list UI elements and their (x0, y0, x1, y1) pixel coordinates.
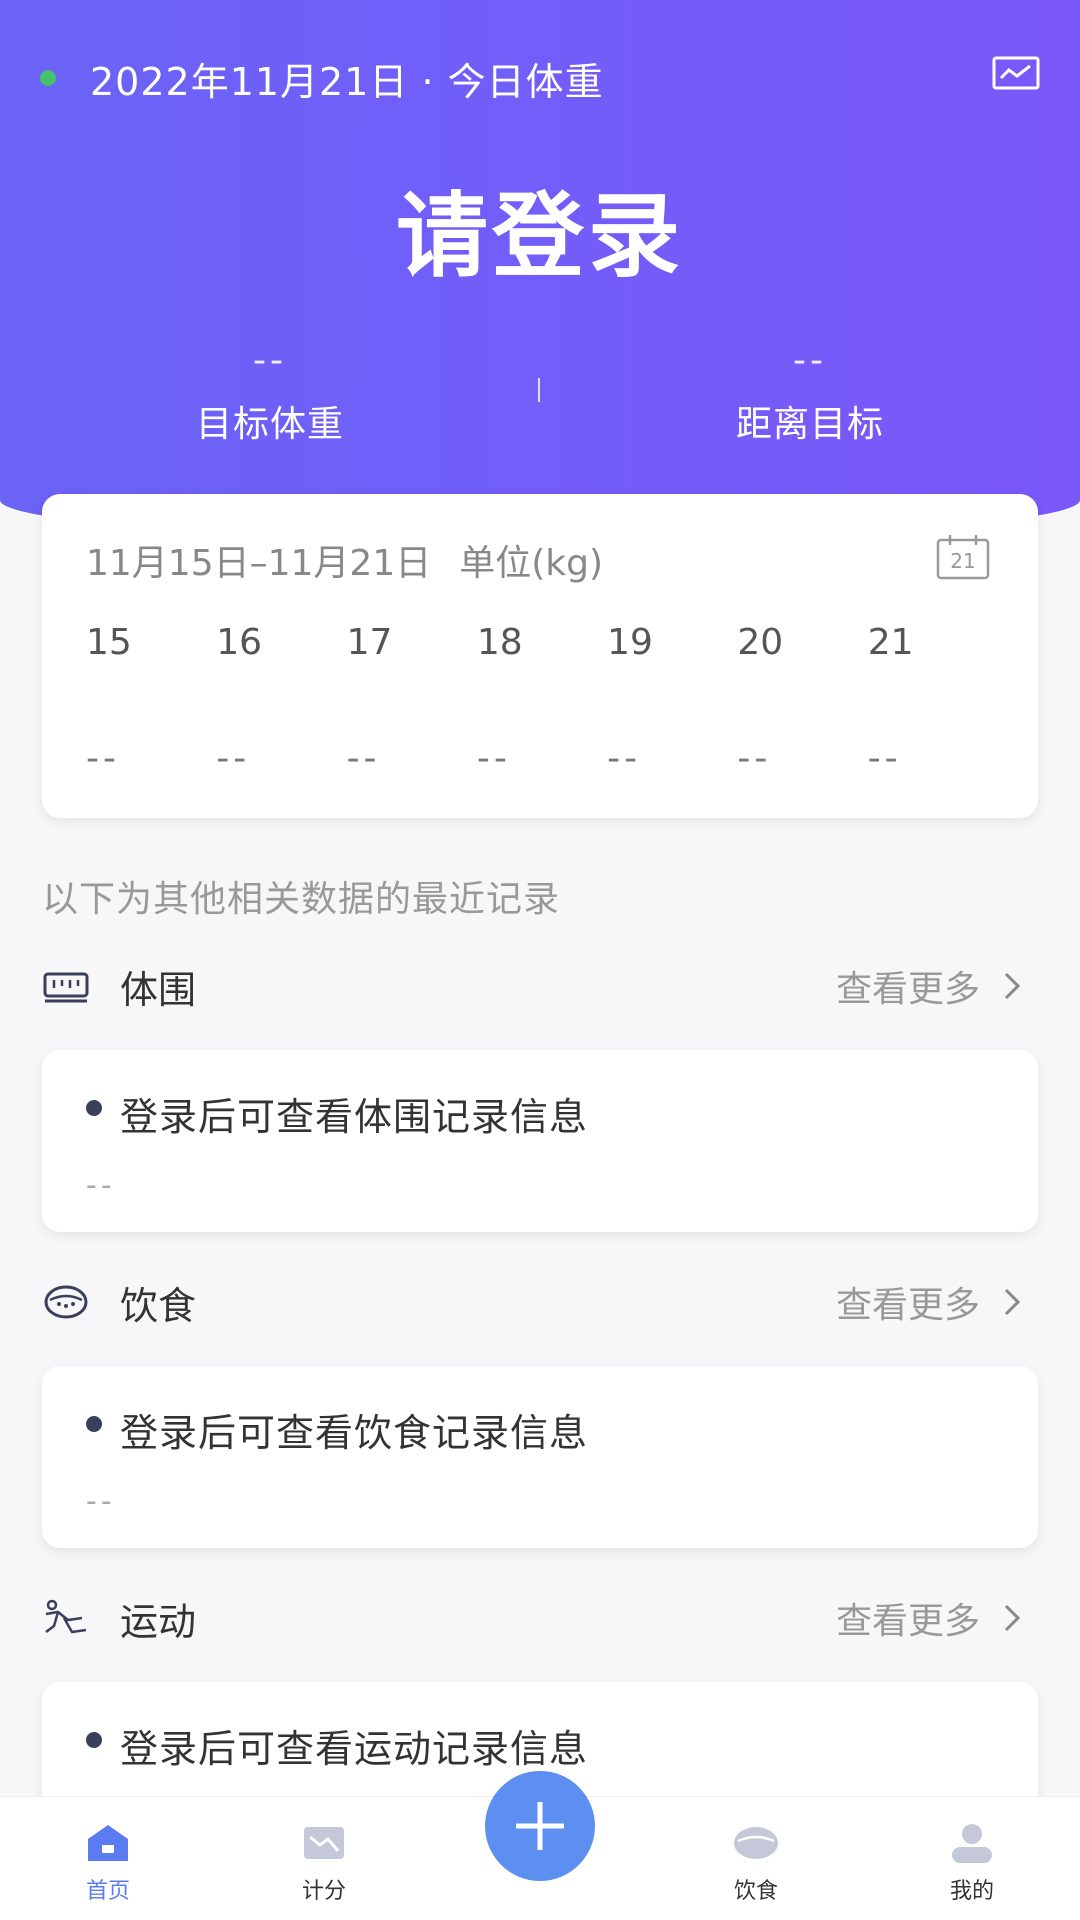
record-text: 登录后可查看饮食记录信息 (120, 1411, 589, 1455)
body-measure-record-card[interactable]: 登录后可查看体围记录信息 -- (42, 1050, 1038, 1232)
nav-diet-label: 饮食 (733, 1879, 778, 1904)
day-value: -- (476, 738, 511, 779)
day-value: -- (86, 738, 120, 779)
distance-label: 距离目标 (735, 404, 884, 445)
header-banner: 2022年11月21日 · 今日体重 请登录 -- 目标体重 -- 距离目标 (0, 0, 1080, 540)
target-weight-stat: -- 目标体重 (120, 340, 420, 447)
section-header-body-measure: 体围 查看更多 (42, 956, 1022, 1016)
bullet (86, 1416, 102, 1432)
section-header-exercise: 运动 查看更多 (42, 1588, 1022, 1648)
nav-score[interactable]: 计分 (244, 1797, 404, 1920)
view-more-link[interactable]: 查看更多 (836, 1592, 1022, 1644)
day-value: -- (737, 738, 772, 779)
distance-value: -- (793, 340, 827, 381)
view-more-link[interactable]: 查看更多 (836, 1276, 1022, 1328)
weight-stats: -- 目标体重 -- 距离目标 (0, 340, 1080, 460)
diet-record-card[interactable]: 登录后可查看饮食记录信息 -- (42, 1366, 1038, 1548)
target-weight-value: -- (253, 340, 287, 381)
calendar-icon[interactable]: 21 (936, 534, 990, 580)
nav-home-label: 首页 (85, 1879, 130, 1904)
week-days: 15 16 17 18 19 20 21 (86, 622, 998, 663)
day-value: -- (346, 738, 381, 779)
bowl-icon (734, 1827, 778, 1859)
status-dot (40, 70, 56, 86)
day-label: 21 (867, 622, 914, 663)
week-values: -- -- -- -- -- -- -- (86, 738, 998, 779)
stat-divider (538, 378, 540, 402)
trend-down-icon (304, 1827, 344, 1859)
nav-mine-label: 我的 (949, 1879, 994, 1904)
tape-measure-icon (43, 972, 89, 1003)
day-value: -- (216, 738, 251, 779)
recent-records-hint: 以下为其他相关数据的最近记录 (42, 879, 561, 920)
day-value: -- (607, 738, 642, 779)
record-text: 登录后可查看运动记录信息 (120, 1727, 589, 1771)
view-more-label: 查看更多 (835, 1601, 980, 1642)
section-header-diet: 饮食 查看更多 (42, 1272, 1022, 1332)
bottom-nav: 首页 计分 饮食 我的 (0, 1771, 1080, 1920)
section-title: 运动 (120, 1599, 197, 1644)
home-icon (88, 1825, 128, 1861)
day-label: 17 (346, 622, 393, 663)
section-title: 体围 (120, 967, 197, 1012)
food-bowl-icon (44, 1285, 88, 1319)
chevron-right-icon (1004, 1288, 1021, 1316)
today-date: 2022年11月21日 · 今日体重 (90, 59, 604, 104)
view-more-link[interactable]: 查看更多 (836, 960, 1022, 1012)
view-more-label: 查看更多 (835, 1285, 980, 1326)
chevron-right-icon (1004, 1604, 1021, 1632)
calendar-day: 21 (950, 549, 975, 573)
user-icon (952, 1824, 992, 1863)
record-value: -- (86, 1484, 116, 1519)
record-value: -- (86, 1168, 116, 1203)
day-label: 16 (216, 622, 263, 663)
bullet (86, 1100, 102, 1116)
view-more-label: 查看更多 (835, 969, 980, 1010)
section-title: 饮食 (120, 1283, 197, 1328)
record-text: 登录后可查看体围记录信息 (120, 1095, 589, 1139)
day-label: 19 (607, 622, 653, 663)
nav-mine[interactable]: 我的 (892, 1797, 1052, 1920)
week-header: 11月15日–11月21日 单位(kg) (86, 534, 603, 586)
login-prompt[interactable]: 请登录 (0, 162, 1080, 295)
day-label: 18 (476, 622, 523, 663)
target-weight-label: 目标体重 (195, 404, 344, 445)
chevron-right-icon (1004, 972, 1021, 1000)
date-row: 2022年11月21日 · 今日体重 (40, 48, 604, 108)
weekly-weight-card[interactable]: 11月15日–11月21日 单位(kg) 21 15 16 17 18 19 2… (42, 494, 1038, 818)
nav-diet[interactable]: 饮食 (676, 1797, 836, 1920)
day-label: 20 (737, 622, 784, 663)
weight-unit: 单位(kg) (459, 543, 604, 584)
bullet (86, 1732, 102, 1748)
running-icon (45, 1599, 87, 1634)
trend-chart-icon[interactable] (992, 56, 1040, 92)
distance-stat: -- 距离目标 (660, 340, 960, 447)
add-record-button[interactable] (485, 1771, 595, 1881)
day-label: 15 (86, 622, 132, 663)
nav-score-label: 计分 (301, 1879, 346, 1904)
day-value: -- (867, 738, 902, 779)
week-range: 11月15日–11月21日 (86, 543, 432, 584)
nav-home[interactable]: 首页 (28, 1797, 188, 1920)
plus-icon (516, 1802, 564, 1850)
